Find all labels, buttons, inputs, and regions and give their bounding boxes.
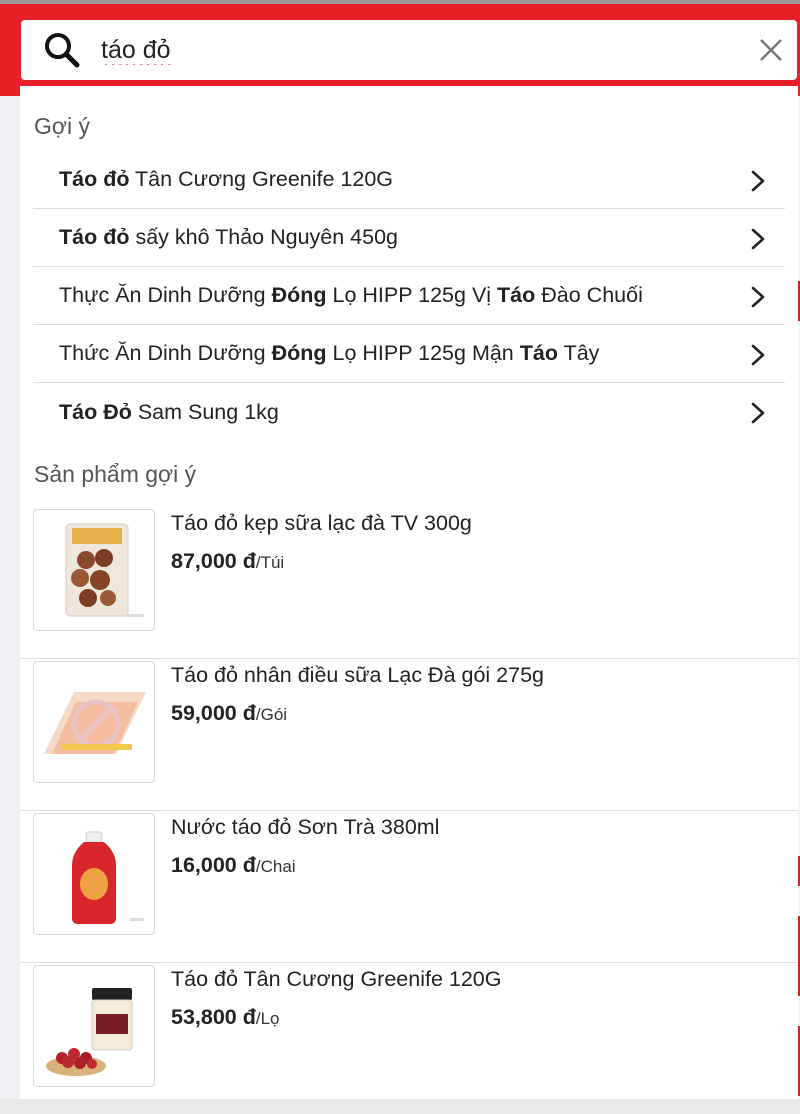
price-amount: 16,000 đ <box>171 853 256 877</box>
suggestion-text: sấy khô Thảo Nguyên 450g <box>129 225 399 249</box>
price-amount: 87,000 đ <box>171 549 256 573</box>
product-price: 53,800 đ/Lọ <box>171 1005 280 1030</box>
product-name: Táo đỏ kẹp sữa lạc đà TV 300g <box>171 511 472 535</box>
suggestion-label: Táo đỏ Tân Cương Greenife 120G <box>59 167 393 192</box>
suggestion-match-text: Đóng <box>271 283 327 307</box>
suggestion-text: Thức Ăn Dinh Dưỡng <box>59 341 272 365</box>
suggestion-label: Thực Ăn Dinh Dưỡng Đóng Lọ HIPP 125g Vị … <box>59 283 643 308</box>
chevron-right-icon <box>751 344 765 366</box>
suggestion-item[interactable]: Táo Đỏ Sam Sung 1kg <box>33 383 785 441</box>
product-item[interactable]: Táo đỏ kẹp sữa lạc đà TV 300g 87,000 đ/T… <box>20 507 798 659</box>
chevron-right-icon <box>751 170 765 192</box>
price-amount: 59,000 đ <box>171 701 256 725</box>
suggestions-list: Táo đỏ Tân Cương Greenife 120G Táo đỏ sấy… <box>33 151 785 441</box>
product-price: 16,000 đ/Chai <box>171 853 296 878</box>
suggestion-item[interactable]: Táo đỏ sấy khô Thảo Nguyên 450g <box>33 209 785 267</box>
chevron-right-icon <box>751 402 765 424</box>
suggestion-label: Táo đỏ sấy khô Thảo Nguyên 450g <box>59 225 398 250</box>
suggestion-match-text: Táo <box>497 283 536 307</box>
product-image <box>33 661 155 783</box>
chevron-right-icon <box>751 286 765 308</box>
close-icon[interactable] <box>757 36 785 64</box>
suggestion-item[interactable]: Thực Ăn Dinh Dưỡng Đóng Lọ HIPP 125g Vị … <box>33 267 785 325</box>
price-unit: /Lọ <box>255 1009 280 1028</box>
suggestion-match-text: Táo Đỏ <box>59 399 132 424</box>
search-suggestions-panel: Gợi ý Táo đỏ Tân Cương Greenife 120G Táo … <box>20 86 798 1099</box>
product-item[interactable]: Nước táo đỏ Sơn Trà 380ml 16,000 đ/Chai <box>20 811 798 963</box>
product-name: Táo đỏ nhân điều sữa Lạc Đà gói 275g <box>171 663 544 687</box>
price-amount: 53,800 đ <box>171 1005 256 1029</box>
suggestion-match-text: Táo <box>519 341 558 365</box>
search-icon[interactable] <box>41 29 85 73</box>
suggestion-text: Tây <box>557 341 600 365</box>
suggestion-text: Đào Chuối <box>535 283 643 307</box>
products-list: Táo đỏ kẹp sữa lạc đà TV 300g 87,000 đ/T… <box>20 507 798 1114</box>
price-unit: /Gói <box>255 705 288 724</box>
suggestions-title: Gợi ý <box>34 113 90 139</box>
search-box <box>21 20 797 80</box>
chevron-right-icon <box>751 228 765 250</box>
product-item[interactable]: Táo đỏ Tân Cương Greenife 120G 53,800 đ/… <box>20 963 798 1114</box>
product-image <box>33 813 155 935</box>
product-item[interactable]: Táo đỏ nhân điều sữa Lạc Đà gói 275g 59,… <box>20 659 798 811</box>
product-name: Nước táo đỏ Sơn Trà 380ml <box>171 815 440 839</box>
suggestion-match-text: Táo đỏ <box>59 167 130 191</box>
suggestion-text: Sam Sung 1kg <box>131 399 279 424</box>
product-name: Táo đỏ Tân Cương Greenife 120G <box>171 967 502 991</box>
price-unit: /Chai <box>255 857 296 876</box>
background-left <box>0 96 20 1099</box>
suggestion-label: Táo Đỏ Sam Sung 1kg <box>59 400 279 425</box>
suggestion-item[interactable]: Táo đỏ Tân Cương Greenife 120G <box>33 151 785 209</box>
price-unit: /Túi <box>255 553 285 572</box>
suggestion-text: Lọ HIPP 125g Mận <box>326 341 520 365</box>
search-input[interactable] <box>101 32 701 68</box>
suggestion-match-text: Táo đỏ <box>59 225 130 249</box>
products-title: Sản phẩm gợi ý <box>34 461 197 487</box>
suggestion-item[interactable]: Thức Ăn Dinh Dưỡng Đóng Lọ HIPP 125g Mận… <box>33 325 785 383</box>
product-price: 59,000 đ/Gói <box>171 701 287 726</box>
product-image <box>33 965 155 1087</box>
suggestion-text: Lọ HIPP 125g Vị <box>326 283 498 307</box>
product-image <box>33 509 155 631</box>
suggestion-match-text: Đóng <box>271 341 327 365</box>
suggestion-text: Thực Ăn Dinh Dưỡng <box>59 283 272 307</box>
suggestion-text: Tân Cương Greenife 120G <box>129 167 394 191</box>
window-edge <box>0 0 800 4</box>
product-price: 87,000 đ/Túi <box>171 549 284 574</box>
suggestion-label: Thức Ăn Dinh Dưỡng Đóng Lọ HIPP 125g Mận… <box>59 341 599 366</box>
